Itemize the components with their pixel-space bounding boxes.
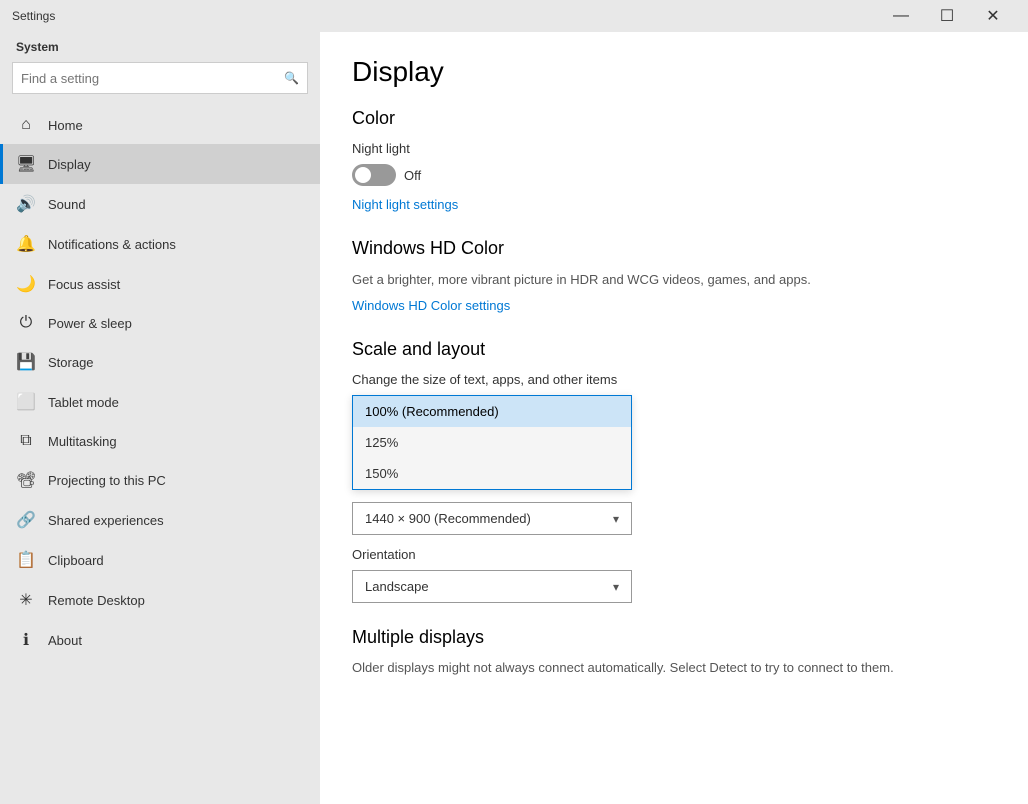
title-bar: Settings — ☐ ✕ bbox=[0, 0, 1028, 32]
shared-icon: 🔗 bbox=[16, 510, 36, 530]
change-size-label: Change the size of text, apps, and other… bbox=[352, 372, 996, 387]
storage-icon: 💾 bbox=[16, 352, 36, 372]
search-bar[interactable]: 🔍 bbox=[12, 62, 308, 94]
sidebar-item-clipboard[interactable]: 📋 Clipboard bbox=[0, 540, 320, 580]
orientation-label: Orientation bbox=[352, 547, 996, 562]
multiple-displays-section: Multiple displays Older displays might n… bbox=[352, 627, 996, 678]
sidebar-item-storage[interactable]: 💾 Storage bbox=[0, 342, 320, 382]
sidebar-item-label: Focus assist bbox=[48, 277, 120, 292]
home-icon: ⌂ bbox=[16, 116, 36, 134]
toggle-knob bbox=[355, 167, 371, 183]
page-title: Display bbox=[352, 56, 996, 88]
sidebar-item-projecting[interactable]: 📽 Projecting to this PC bbox=[0, 460, 320, 500]
sidebar-item-about[interactable]: ℹ About bbox=[0, 620, 320, 660]
sidebar-item-label: Remote Desktop bbox=[48, 593, 145, 608]
hd-color-section: Windows HD Color Get a brighter, more vi… bbox=[352, 238, 996, 315]
orientation-dropdown[interactable]: Landscape ▾ bbox=[352, 570, 632, 603]
scale-option-125[interactable]: 125% bbox=[353, 427, 631, 458]
hd-color-settings-link[interactable]: Windows HD Color settings bbox=[352, 298, 510, 313]
multitasking-icon: ⧉ bbox=[16, 432, 36, 450]
multiple-displays-description: Older displays might not always connect … bbox=[352, 658, 996, 678]
remote-icon: ✳ bbox=[16, 590, 36, 610]
night-light-toggle[interactable] bbox=[352, 164, 396, 186]
sidebar-item-sound[interactable]: 🔊 Sound bbox=[0, 184, 320, 224]
search-icon: 🔍 bbox=[284, 71, 299, 85]
scale-option-100[interactable]: 100% (Recommended) bbox=[353, 396, 631, 427]
sidebar-item-remote[interactable]: ✳ Remote Desktop bbox=[0, 580, 320, 620]
orientation-value: Landscape bbox=[365, 579, 429, 594]
color-section: Color Night light Off Night light settin… bbox=[352, 108, 996, 214]
sidebar-item-label: Projecting to this PC bbox=[48, 473, 166, 488]
sidebar-item-label: Storage bbox=[48, 355, 94, 370]
color-section-title: Color bbox=[352, 108, 996, 129]
sidebar-item-label: Shared experiences bbox=[48, 513, 164, 528]
sidebar-item-home[interactable]: ⌂ Home bbox=[0, 106, 320, 144]
chevron-down-icon: ▾ bbox=[613, 580, 619, 594]
sidebar: System 🔍 ⌂ Home 🖥 Display 🔊 Sound 🔔 Noti… bbox=[0, 32, 320, 804]
hd-color-description: Get a brighter, more vibrant picture in … bbox=[352, 271, 996, 289]
sidebar-item-focus[interactable]: 🌙 Focus assist bbox=[0, 264, 320, 304]
sidebar-item-power[interactable]: ⏻ Power & sleep bbox=[0, 304, 320, 342]
main-content: Display Color Night light Off Night ligh… bbox=[320, 32, 1028, 804]
about-icon: ℹ bbox=[16, 630, 36, 650]
multiple-displays-title: Multiple displays bbox=[352, 627, 996, 648]
sidebar-item-label: Tablet mode bbox=[48, 395, 119, 410]
sidebar-item-label: Multitasking bbox=[48, 434, 117, 449]
maximize-button[interactable]: ☐ bbox=[924, 0, 970, 32]
minimize-button[interactable]: — bbox=[878, 0, 924, 32]
power-icon: ⏻ bbox=[16, 314, 36, 332]
app-title: Settings bbox=[12, 9, 55, 23]
resolution-value: 1440 × 900 (Recommended) bbox=[365, 511, 531, 526]
sidebar-item-label: Clipboard bbox=[48, 553, 104, 568]
tablet-icon: ⬜ bbox=[16, 392, 36, 412]
scale-dropdown-open[interactable]: 100% (Recommended) 125% 150% bbox=[352, 395, 632, 490]
sidebar-item-label: Power & sleep bbox=[48, 316, 132, 331]
projecting-icon: 📽 bbox=[16, 470, 36, 490]
sidebar-item-display[interactable]: 🖥 Display bbox=[0, 144, 320, 184]
app-body: System 🔍 ⌂ Home 🖥 Display 🔊 Sound 🔔 Noti… bbox=[0, 32, 1028, 804]
sidebar-item-tablet[interactable]: ⬜ Tablet mode bbox=[0, 382, 320, 422]
night-light-row: Night light bbox=[352, 141, 996, 156]
display-icon: 🖥 bbox=[16, 154, 36, 174]
hd-color-title: Windows HD Color bbox=[352, 238, 996, 259]
window-controls: — ☐ ✕ bbox=[878, 0, 1016, 32]
sidebar-item-label: Home bbox=[48, 118, 83, 133]
sidebar-section-label: System bbox=[0, 32, 320, 58]
clipboard-icon: 📋 bbox=[16, 550, 36, 570]
sidebar-item-label: About bbox=[48, 633, 82, 648]
night-light-status: Off bbox=[404, 168, 421, 183]
scale-section-title: Scale and layout bbox=[352, 339, 996, 360]
scale-section: Scale and layout Change the size of text… bbox=[352, 339, 996, 603]
night-light-toggle-container: Off bbox=[352, 164, 996, 186]
notifications-icon: 🔔 bbox=[16, 234, 36, 254]
chevron-down-icon: ▾ bbox=[613, 512, 619, 526]
sidebar-item-label: Display bbox=[48, 157, 91, 172]
search-input[interactable] bbox=[21, 71, 280, 86]
sidebar-item-label: Sound bbox=[48, 197, 86, 212]
night-light-settings-link[interactable]: Night light settings bbox=[352, 197, 458, 212]
close-button[interactable]: ✕ bbox=[970, 0, 1016, 32]
night-light-label: Night light bbox=[352, 141, 410, 156]
sidebar-item-notifications[interactable]: 🔔 Notifications & actions bbox=[0, 224, 320, 264]
sidebar-item-label: Notifications & actions bbox=[48, 237, 176, 252]
sound-icon: 🔊 bbox=[16, 194, 36, 214]
sidebar-item-shared[interactable]: 🔗 Shared experiences bbox=[0, 500, 320, 540]
sidebar-item-multitasking[interactable]: ⧉ Multitasking bbox=[0, 422, 320, 460]
scale-option-150[interactable]: 150% bbox=[353, 458, 631, 489]
resolution-dropdown[interactable]: 1440 × 900 (Recommended) ▾ bbox=[352, 502, 632, 535]
focus-icon: 🌙 bbox=[16, 274, 36, 294]
